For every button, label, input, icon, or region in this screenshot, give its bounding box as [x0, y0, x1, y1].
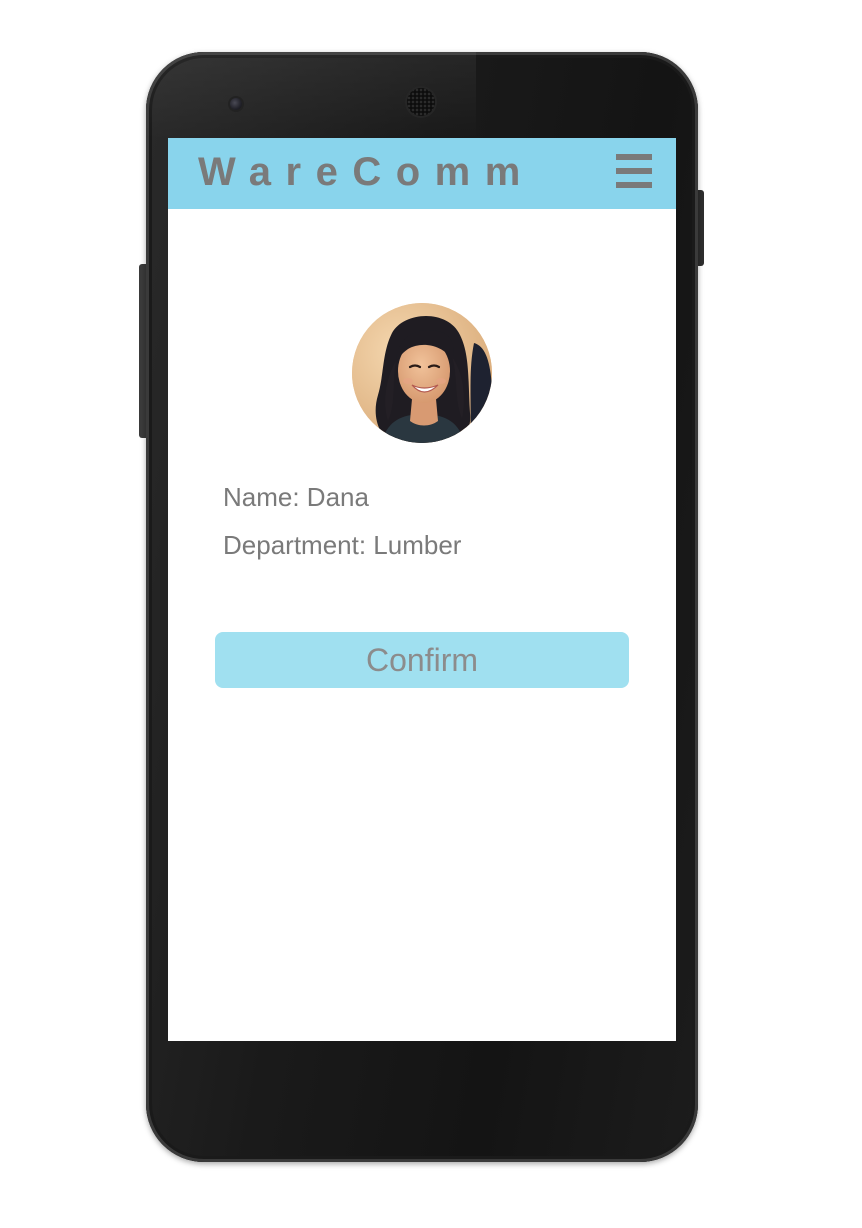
power-button [697, 190, 704, 266]
app-title: WareComm [198, 150, 535, 194]
app-header: WareComm [168, 138, 676, 209]
earpiece-speaker-icon [407, 88, 435, 116]
front-camera-icon [230, 98, 242, 110]
phone-chin [168, 1041, 676, 1141]
profile-department: Department: Lumber [223, 530, 462, 560]
hamburger-menu-icon[interactable] [614, 152, 654, 192]
avatar [352, 303, 492, 443]
app-screen: WareComm Name: Dana Department: Lumber C… [168, 138, 676, 1041]
profile-name: Name: Dana [223, 482, 369, 512]
user-photo-icon [352, 303, 492, 443]
confirm-button[interactable]: Confirm [215, 632, 629, 688]
